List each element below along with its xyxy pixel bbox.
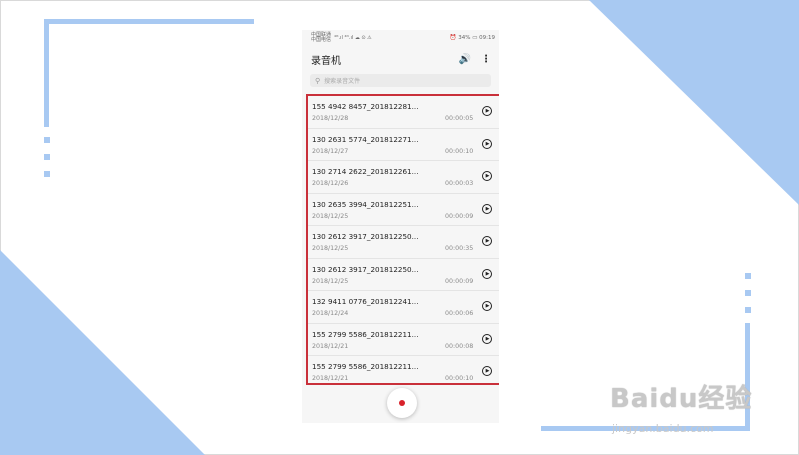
recording-date: 2018/12/24 <box>312 310 349 317</box>
play-icon[interactable]: ▶ <box>482 333 492 344</box>
app-title: 录音机 <box>311 55 341 67</box>
recording-date: 2018/12/25 <box>312 212 349 220</box>
search-bar[interactable]: ⚲ 搜索录音文件 <box>310 74 491 87</box>
play-icon[interactable]: ▶ <box>482 268 492 279</box>
watermark-logo: Baidu经验 <box>610 384 753 414</box>
play-icon[interactable]: ▶ <box>482 301 492 311</box>
search-placeholder: 搜索录音文件 <box>324 78 361 85</box>
decor-dot <box>44 171 50 177</box>
recording-date: 2018/12/28 <box>312 115 349 122</box>
list-item[interactable]: 155 2799 5586_201812211... 2018/12/21 00… <box>308 324 499 356</box>
carrier-2: 中国电信 <box>311 37 332 43</box>
phone-screen: 中国联通 中国电信 ⁴ᴳ.ıl ⁴ᴳ.ıl ☁ ⊙ ⚠ ⏰ 34% ▭ 09:1… <box>302 30 499 423</box>
recording-name: 155 4942 8457_201812281... <box>312 102 419 111</box>
recording-date: 2018/12/21 <box>312 375 349 382</box>
record-icon <box>399 400 405 406</box>
corner-triangle-bottom-left <box>0 250 205 455</box>
watermark-url: jingyan.baidu.com <box>612 422 714 435</box>
recording-duration: 00:00:05 <box>445 115 474 122</box>
recording-date: 2018/12/27 <box>312 147 349 155</box>
decor-dot <box>745 290 751 296</box>
play-icon[interactable]: ▶ <box>482 138 492 149</box>
recording-duration: 00:00:10 <box>445 147 474 155</box>
decor-dot <box>745 307 751 313</box>
recording-name: 132 9411 0776_201812241... <box>312 297 419 306</box>
recording-name: 130 2631 5774_201812271... <box>312 134 419 144</box>
recording-name: 130 2612 3917_201812250... <box>312 232 419 241</box>
recording-duration: 00:00:35 <box>445 245 474 252</box>
list-item[interactable]: 132 9411 0776_201812241... 2018/12/24 00… <box>308 291 499 324</box>
status-left: 中国联通 中国电信 <box>311 33 331 43</box>
play-icon[interactable]: ▶ <box>482 106 492 116</box>
corner-triangle-top-right <box>589 0 799 205</box>
play-icon[interactable]: ▶ <box>482 203 492 214</box>
play-icon[interactable]: ▶ <box>482 236 492 246</box>
status-bar: 中国联通 中国电信 ⁴ᴳ.ıl ⁴ᴳ.ıl ☁ ⊙ ⚠ ⏰ 34% ▭ 09:1… <box>302 30 499 46</box>
speaker-icon[interactable]: 🔊 <box>459 54 471 65</box>
recording-name: 130 2612 3917_201812250... <box>312 264 419 274</box>
play-icon[interactable]: ▶ <box>482 366 492 376</box>
recording-date: 2018/12/26 <box>312 180 349 187</box>
search-icon: ⚲ <box>315 76 321 85</box>
recording-date: 2018/12/25 <box>312 277 349 285</box>
decor-bar-left <box>44 19 49 127</box>
recording-duration: 00:00:08 <box>445 342 474 350</box>
recording-name: 155 2799 5586_201812211... <box>312 329 419 339</box>
list-item[interactable]: 130 2612 3917_201812250... 2018/12/25 00… <box>308 259 499 291</box>
decor-bar-top <box>44 19 254 24</box>
recording-duration: 00:00:03 <box>445 180 474 187</box>
recording-name: 130 2714 2622_201812261... <box>312 167 419 176</box>
decor-dot <box>44 154 50 160</box>
play-icon[interactable]: ▶ <box>482 171 492 181</box>
decor-dot <box>745 273 751 279</box>
recording-date: 2018/12/21 <box>312 342 349 350</box>
recording-list: 155 4942 8457_201812281... 2018/12/28 00… <box>306 94 499 385</box>
recording-date: 2018/12/25 <box>312 245 349 252</box>
list-item[interactable]: 130 2612 3917_201812250... 2018/12/25 00… <box>308 226 499 259</box>
recording-duration: 00:00:06 <box>445 310 474 317</box>
recording-duration: 00:00:10 <box>445 375 474 382</box>
list-item[interactable]: 130 2635 3994_201812251... 2018/12/25 00… <box>308 194 499 226</box>
list-item[interactable]: 130 2631 5774_201812271... 2018/12/27 00… <box>308 129 499 161</box>
recording-name: 130 2635 3994_201812251... <box>312 199 419 209</box>
list-item[interactable]: 130 2714 2622_201812261... 2018/12/26 00… <box>308 161 499 194</box>
app-bar: 录音机 🔊 ⋮ <box>302 46 499 72</box>
recording-duration: 00:00:09 <box>445 212 474 220</box>
list-item[interactable]: 155 2799 5586_201812211... 2018/12/21 00… <box>308 356 499 388</box>
decor-dot <box>44 137 50 143</box>
recording-name: 155 2799 5586_201812211... <box>312 362 419 371</box>
more-vertical-icon[interactable]: ⋮ <box>481 54 491 65</box>
signal-icons: ⁴ᴳ.ıl ⁴ᴳ.ıl ☁ ⊙ ⚠ <box>334 35 372 41</box>
status-right: ⏰ 34% ▭ 09:19 <box>449 35 495 41</box>
recording-duration: 00:00:09 <box>445 277 474 285</box>
list-item[interactable]: 155 4942 8457_201812281... 2018/12/28 00… <box>308 96 499 129</box>
record-button[interactable] <box>387 388 417 418</box>
